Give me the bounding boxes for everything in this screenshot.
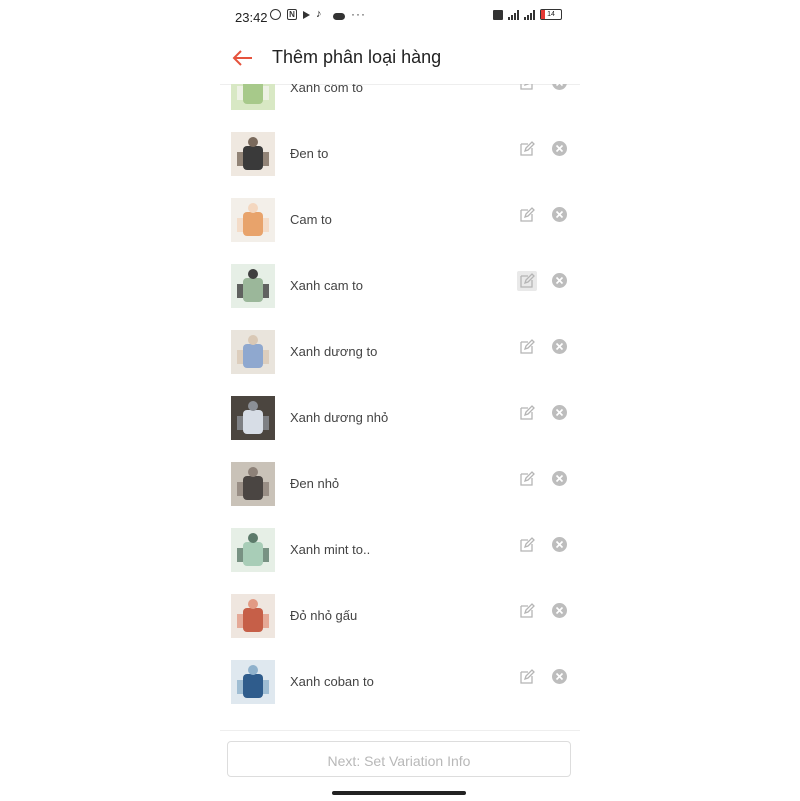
variation-row: Xanh mint to.. bbox=[220, 528, 580, 594]
variation-label: Xanh dương to bbox=[290, 344, 378, 359]
variation-row: Cam to bbox=[220, 198, 580, 264]
remove-icon[interactable] bbox=[552, 273, 567, 288]
nfc-icon: N bbox=[287, 9, 297, 20]
variation-row: Xanh coban to bbox=[220, 660, 580, 726]
page-title: Thêm phân loại hàng bbox=[272, 47, 442, 67]
variation-thumbnail[interactable] bbox=[231, 198, 275, 242]
edit-icon[interactable] bbox=[517, 271, 537, 291]
variation-thumbnail[interactable] bbox=[231, 84, 275, 110]
variation-row: Đen to bbox=[220, 132, 580, 198]
status-bar: 23:42 N ♪ ··· 14 bbox=[220, 0, 580, 34]
variation-label: Xanh cốm to bbox=[290, 84, 363, 95]
next-set-variation-info-button[interactable]: Next: Set Variation Info bbox=[227, 741, 571, 777]
status-time: 23:42 bbox=[235, 10, 268, 25]
alarm-icon bbox=[270, 9, 281, 20]
variation-thumbnail[interactable] bbox=[231, 264, 275, 308]
app-header: Thêm phân loại hàng bbox=[220, 34, 580, 85]
remove-icon[interactable] bbox=[552, 537, 567, 552]
edit-icon[interactable] bbox=[517, 337, 537, 357]
variation-thumbnail[interactable] bbox=[231, 594, 275, 638]
edit-icon[interactable] bbox=[517, 205, 537, 225]
variation-thumbnail[interactable] bbox=[231, 528, 275, 572]
remove-icon[interactable] bbox=[552, 207, 567, 222]
home-indicator bbox=[332, 791, 466, 795]
variation-row: Xanh dương nhỏ bbox=[220, 396, 580, 462]
status-icons-left: N ♪ ··· bbox=[270, 7, 366, 21]
variation-label: Đen to bbox=[290, 146, 329, 161]
variation-label: Xanh dương nhỏ bbox=[290, 410, 389, 425]
edit-icon[interactable] bbox=[517, 403, 537, 423]
variation-label: Đen nhỏ bbox=[290, 476, 340, 491]
variation-thumbnail[interactable] bbox=[231, 132, 275, 176]
variation-label: Xanh mint to.. bbox=[290, 542, 371, 557]
variation-list: Xanh cốm to Đen to Cam to Xanh cam to Xanh d… bbox=[220, 84, 580, 730]
variation-label: Cam to bbox=[290, 212, 332, 227]
variation-thumbnail[interactable] bbox=[231, 330, 275, 374]
variation-row: Đen nhỏ bbox=[220, 462, 580, 528]
remove-icon[interactable] bbox=[552, 669, 567, 684]
signal-icon bbox=[508, 10, 519, 20]
battery-icon: 14 bbox=[540, 9, 562, 20]
sim-icon bbox=[493, 10, 503, 20]
status-icons-right: 14 bbox=[493, 9, 562, 20]
footer: Next: Set Variation Info bbox=[220, 730, 580, 801]
remove-icon[interactable] bbox=[552, 84, 567, 90]
variation-label: Xanh coban to bbox=[290, 674, 374, 689]
variation-label: Đỏ nhỏ gấu bbox=[290, 608, 358, 623]
variation-row: Đỏ nhỏ gấu bbox=[220, 594, 580, 660]
remove-icon[interactable] bbox=[552, 141, 567, 156]
variation-row: Xanh dương to bbox=[220, 330, 580, 396]
edit-icon[interactable] bbox=[517, 535, 537, 555]
phone-screen: 23:42 N ♪ ··· 14 Thêm phân loại hàng Xan… bbox=[220, 0, 580, 801]
cloud-icon bbox=[333, 12, 345, 20]
variation-thumbnail[interactable] bbox=[231, 462, 275, 506]
play-icon bbox=[303, 10, 310, 19]
more-dots-icon: ··· bbox=[351, 7, 366, 21]
variation-row: Xanh cốm to bbox=[220, 84, 580, 132]
variation-row: Xanh cam to bbox=[220, 264, 580, 330]
edit-icon[interactable] bbox=[517, 139, 537, 159]
remove-icon[interactable] bbox=[552, 603, 567, 618]
edit-icon[interactable] bbox=[517, 469, 537, 489]
edit-icon[interactable] bbox=[517, 84, 537, 93]
variation-thumbnail[interactable] bbox=[231, 396, 275, 440]
edit-icon[interactable] bbox=[517, 667, 537, 687]
remove-icon[interactable] bbox=[552, 339, 567, 354]
edit-icon[interactable] bbox=[517, 601, 537, 621]
variation-label: Xanh cam to bbox=[290, 278, 363, 293]
remove-icon[interactable] bbox=[552, 405, 567, 420]
arrow-left-icon[interactable] bbox=[232, 47, 254, 69]
tiktok-icon: ♪ bbox=[316, 8, 322, 20]
signal-icon bbox=[524, 10, 535, 20]
battery-level: 14 bbox=[547, 11, 555, 18]
remove-icon[interactable] bbox=[552, 471, 567, 486]
variation-thumbnail[interactable] bbox=[231, 660, 275, 704]
